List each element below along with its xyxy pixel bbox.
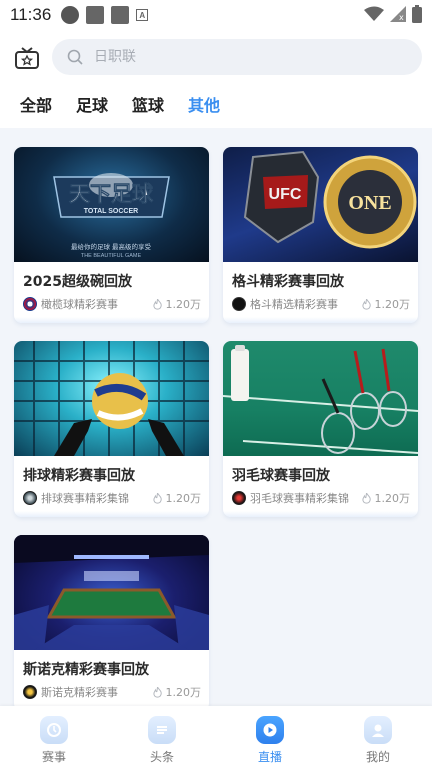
tv-icon[interactable]: [14, 46, 40, 72]
flame-icon: [152, 492, 162, 504]
app-notification-icon: [61, 6, 80, 24]
view-count-text: 1.20万: [165, 492, 202, 505]
nav-item-schedule[interactable]: 赛事: [0, 706, 108, 768]
tab-all[interactable]: 全部: [20, 92, 52, 116]
nav-label: 我的: [365, 750, 390, 764]
video-thumbnail: [14, 535, 209, 650]
status-time: 11:36: [10, 5, 52, 24]
card-bottom-shadow: [14, 317, 209, 323]
video-source: 排球赛事精彩集锦: [41, 492, 129, 505]
nav-item-profile[interactable]: 我的: [324, 706, 432, 768]
video-thumbnail: [223, 341, 418, 456]
view-count-text: 1.20万: [165, 686, 202, 699]
category-tabs: 全部 足球 篮球 其他: [20, 92, 220, 116]
card-bottom-shadow: [223, 317, 418, 323]
video-thumbnail: [14, 341, 209, 456]
wwe-logo-icon: [232, 297, 246, 311]
thumbnail-subtitle-text: ONE: [348, 192, 391, 214]
nfl-logo-icon: [23, 297, 37, 311]
nav-label: 赛事: [41, 750, 66, 764]
video-card[interactable]: 斯诺克精彩赛事回放 斯诺克精彩赛事 1.20万: [14, 535, 209, 711]
video-title: 排球精彩赛事回放: [23, 468, 135, 484]
video-source: 羽毛球赛事精彩集锦: [250, 492, 349, 505]
video-source: 橄榄球精彩赛事: [41, 298, 118, 311]
card-bottom-shadow: [14, 511, 209, 517]
video-thumbnail: 天下足球 TOTAL SOCCER 最给你的足球 最高级的享受 THE BEAU…: [14, 147, 209, 262]
video-thumbnail: UFC ONE: [223, 147, 418, 262]
video-grid: 天下足球 TOTAL SOCCER 最给你的足球 最高级的享受 THE BEAU…: [14, 147, 418, 711]
view-count-text: 1.20万: [165, 298, 202, 311]
card-bottom-shadow: [223, 511, 418, 517]
flame-icon: [361, 298, 371, 310]
status-bar: 11:36 A x: [0, 0, 432, 30]
video-card[interactable]: 天下足球 TOTAL SOCCER 最给你的足球 最高级的享受 THE BEAU…: [14, 147, 209, 323]
view-count: 1.20万: [152, 296, 202, 312]
video-source: 斯诺克精彩赛事: [41, 686, 118, 699]
tab-football[interactable]: 足球: [76, 92, 108, 116]
nav-item-headline[interactable]: 头条: [108, 706, 216, 768]
schedule-icon: [40, 716, 68, 744]
wifi-icon: [364, 6, 384, 21]
view-count-text: 1.20万: [374, 492, 411, 505]
tab-basketball[interactable]: 篮球: [132, 92, 164, 116]
video-meta: 斯诺克精彩赛事 1.20万: [14, 679, 209, 700]
video-card[interactable]: 羽毛球赛事回放 羽毛球赛事精彩集锦 1.20万: [223, 341, 418, 517]
signal-icon: x: [390, 6, 406, 22]
video-title: 格斗精彩赛事回放: [232, 274, 344, 290]
video-meta: 橄榄球精彩赛事 1.20万: [14, 291, 209, 312]
svg-text:x: x: [399, 13, 404, 22]
flame-icon: [152, 298, 162, 310]
video-meta: 羽毛球赛事精彩集锦 1.20万: [223, 485, 418, 506]
thumbnail-title-text: UFC: [269, 186, 302, 203]
search-bar[interactable]: [52, 39, 422, 75]
live-icon: [256, 716, 284, 744]
system-icons: x: [364, 5, 422, 23]
video-meta: 排球赛事精彩集锦 1.20万: [14, 485, 209, 506]
nav-label: 直播: [257, 750, 282, 764]
video-card[interactable]: 排球精彩赛事回放 排球赛事精彩集锦 1.20万: [14, 341, 209, 517]
flame-icon: [361, 492, 371, 504]
video-title: 斯诺克精彩赛事回放: [23, 662, 149, 678]
nav-label: 头条: [149, 750, 174, 764]
thumbnail-subtitle-text: TOTAL SOCCER: [84, 208, 138, 215]
view-count-text: 1.20万: [374, 298, 411, 311]
video-title: 羽毛球赛事回放: [232, 468, 330, 484]
profile-icon: [364, 716, 392, 744]
bottom-navigation: 赛事 头条 直播 我的: [0, 706, 432, 768]
view-count: 1.20万: [152, 490, 202, 506]
notification-square-icon: [111, 6, 130, 24]
nav-item-live[interactable]: 直播: [216, 706, 324, 768]
view-count: 1.20万: [152, 684, 202, 700]
battery-icon: [412, 5, 422, 23]
thumbnail-slogan-text: 最给你的足球 最高级的享受: [71, 242, 152, 251]
thumbnail-title-text: 天下足球: [69, 182, 154, 206]
video-card[interactable]: UFC ONE 格斗精彩赛事回放 格斗精选精彩赛事 1.20万: [223, 147, 418, 323]
search-input[interactable]: [94, 49, 374, 65]
keyboard-a-icon: A: [136, 9, 149, 21]
tab-other[interactable]: 其他: [188, 92, 220, 116]
flame-icon: [152, 686, 162, 698]
header: 全部 足球 篮球 其他: [0, 30, 432, 128]
video-title: 2025超级碗回放: [23, 274, 132, 290]
notification-icons: A: [61, 6, 149, 24]
video-source: 格斗精选精彩赛事: [250, 298, 338, 311]
view-count: 1.20万: [361, 296, 411, 312]
search-icon: [67, 49, 83, 65]
badminton-avatar-icon: [232, 491, 246, 505]
snooker-avatar-icon: [23, 685, 37, 699]
volleyball-avatar-icon: [23, 491, 37, 505]
view-count: 1.20万: [361, 490, 411, 506]
thumbnail-slogan-en-text: THE BEAUTIFUL GAME: [81, 253, 142, 259]
video-meta: 格斗精选精彩赛事 1.20万: [223, 291, 418, 312]
headline-icon: [148, 716, 176, 744]
notification-square-icon: [86, 6, 105, 24]
